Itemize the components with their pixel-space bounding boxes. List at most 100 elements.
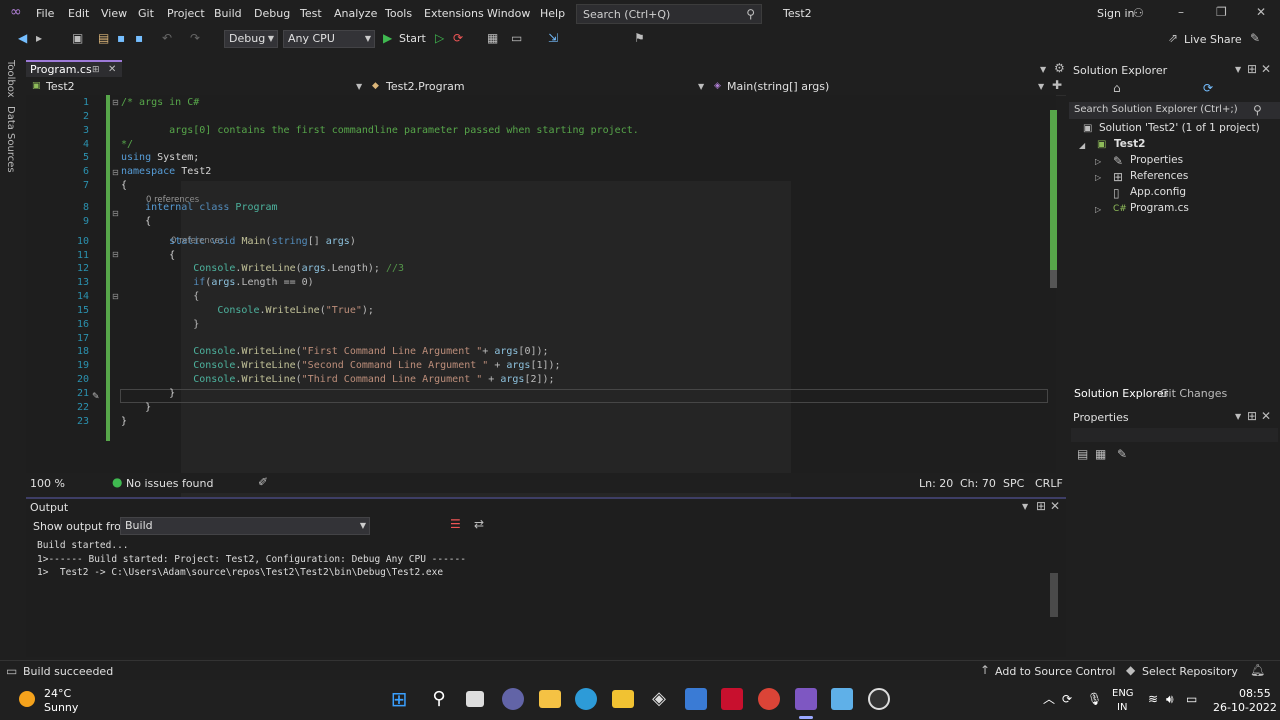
zoom-level[interactable]: 100 % bbox=[30, 477, 65, 490]
scroll-thumb[interactable] bbox=[1050, 573, 1058, 617]
word-wrap-icon[interactable]: ⇄ bbox=[474, 518, 484, 530]
microphone-icon[interactable]: 🎙︎ bbox=[1087, 693, 1102, 705]
code-line[interactable]: } bbox=[121, 388, 175, 399]
chrome-icon[interactable] bbox=[758, 688, 780, 710]
language-indicator[interactable]: ENG bbox=[1112, 688, 1134, 699]
tree-item-app-config[interactable]: App.config bbox=[1130, 186, 1186, 198]
search-icon[interactable]: ⚲ bbox=[428, 688, 450, 710]
store-icon[interactable] bbox=[612, 690, 634, 708]
undo-icon[interactable]: ↶ bbox=[162, 32, 172, 44]
vs-code-icon[interactable] bbox=[685, 688, 707, 710]
chevron-down-icon[interactable]: ▼ bbox=[1022, 501, 1028, 513]
weather-condition[interactable]: Sunny bbox=[44, 701, 78, 714]
output-scrollbar[interactable] bbox=[1050, 545, 1058, 641]
start-menu-icon[interactable]: ⊞ bbox=[388, 688, 410, 710]
collapsed-arrow-icon[interactable]: ▷ bbox=[1095, 172, 1101, 184]
line-ending[interactable]: CRLF bbox=[1035, 477, 1063, 490]
live-share-icon[interactable]: ⇗ bbox=[1168, 32, 1178, 44]
code-line[interactable]: /* args in C# bbox=[121, 97, 199, 108]
sync-icon[interactable]: ⟳ bbox=[1062, 693, 1072, 705]
data-sources-tab[interactable]: Data Sources bbox=[5, 106, 16, 173]
collapsed-arrow-icon[interactable]: ▷ bbox=[1095, 204, 1101, 216]
open-folder-icon[interactable]: ▤ bbox=[98, 32, 109, 44]
configuration-select[interactable]: Debug ▼ bbox=[224, 30, 278, 48]
collapse-marker[interactable]: ⊟ bbox=[112, 292, 119, 301]
unity-icon[interactable]: ◈ bbox=[648, 688, 670, 710]
sign-in-link[interactable]: Sign in bbox=[1097, 7, 1135, 20]
battery-icon[interactable]: ▭ bbox=[1186, 693, 1197, 705]
minimize-icon[interactable]: – bbox=[1178, 6, 1184, 18]
task-view-icon[interactable] bbox=[466, 691, 484, 707]
add-to-source-control[interactable]: Add to Source Control bbox=[995, 665, 1115, 678]
solution-node[interactable]: Solution 'Test2' (1 of 1 project) bbox=[1099, 122, 1260, 134]
search-box[interactable]: Search (Ctrl+Q) ⚲ bbox=[576, 4, 762, 24]
select-repository[interactable]: Select Repository bbox=[1142, 665, 1238, 678]
tree-item-references[interactable]: References bbox=[1130, 170, 1188, 182]
new-project-icon[interactable]: ▣ bbox=[72, 32, 83, 44]
menu-debug[interactable]: Debug bbox=[254, 7, 290, 20]
type-dropdown[interactable]: Test2.Program bbox=[386, 80, 465, 93]
file-explorer-icon[interactable] bbox=[539, 690, 561, 708]
obs-icon[interactable] bbox=[868, 688, 890, 710]
back-icon[interactable]: ◀ bbox=[18, 32, 27, 44]
alphabetical-icon[interactable]: ▦ bbox=[1095, 448, 1106, 460]
code-line[interactable]: } bbox=[121, 402, 151, 413]
layout-icon[interactable]: ▭ bbox=[511, 32, 522, 44]
chevron-down-icon[interactable]: ▼ bbox=[1235, 64, 1241, 76]
tab-program-cs[interactable]: Program.cs ⊞ ✕ bbox=[26, 60, 122, 77]
collapsed-arrow-icon[interactable]: ▷ bbox=[1095, 156, 1101, 168]
settings-icon[interactable]: ⚙ bbox=[1054, 62, 1065, 74]
chevron-down-icon[interactable]: ▼ bbox=[1038, 81, 1044, 93]
sync-icon[interactable]: ⟳ bbox=[1203, 82, 1213, 94]
person-icon[interactable]: ⚇ bbox=[1133, 7, 1144, 19]
issues-status[interactable]: No issues found bbox=[126, 477, 213, 490]
menu-view[interactable]: View bbox=[101, 7, 127, 20]
tree-item-program-cs[interactable]: Program.cs bbox=[1130, 202, 1189, 214]
clock-date[interactable]: 26-10-2022 bbox=[1213, 701, 1277, 714]
start-without-debugging-icon[interactable]: ▷ bbox=[435, 32, 444, 44]
edge-browser-icon[interactable] bbox=[575, 688, 597, 710]
start-button[interactable]: ▶ Start bbox=[383, 31, 431, 47]
step-icon[interactable]: ⇲ bbox=[548, 32, 558, 44]
notifications-icon[interactable]: 🔔︎ bbox=[1250, 664, 1265, 676]
browse-icon[interactable]: ▦ bbox=[487, 32, 498, 44]
brush-icon[interactable]: ✐ bbox=[258, 476, 268, 488]
menu-extensions[interactable]: Extensions bbox=[424, 7, 484, 20]
categorized-icon[interactable]: ▤ bbox=[1077, 448, 1088, 460]
code-line[interactable]: { bbox=[121, 216, 151, 227]
close-tab-icon[interactable]: ✕ bbox=[108, 64, 116, 76]
code-line[interactable]: */ bbox=[121, 139, 133, 150]
code-line[interactable]: args[0] contains the first commandline p… bbox=[121, 125, 639, 136]
pin-icon[interactable]: ⊞ bbox=[1247, 410, 1257, 422]
wifi-icon[interactable]: ≋ bbox=[1148, 693, 1158, 705]
pin-icon[interactable]: ⊞ bbox=[1247, 63, 1257, 75]
collapse-marker[interactable]: ⊟ bbox=[112, 209, 119, 218]
tab-git-changes[interactable]: Git Changes bbox=[1160, 387, 1227, 400]
menu-tools[interactable]: Tools bbox=[385, 7, 412, 20]
feedback-icon[interactable]: ✎ bbox=[1250, 32, 1260, 44]
member-dropdown[interactable]: Main(string[] args) bbox=[727, 80, 829, 93]
live-share-button[interactable]: Live Share bbox=[1184, 33, 1242, 46]
menu-build[interactable]: Build bbox=[214, 7, 242, 20]
tree-item-properties[interactable]: Properties bbox=[1130, 154, 1183, 166]
menu-git[interactable]: Git bbox=[138, 7, 154, 20]
close-icon[interactable]: ✕ bbox=[1261, 410, 1271, 422]
code-line[interactable]: namespace Test2 bbox=[121, 166, 211, 177]
mcafee-icon[interactable] bbox=[721, 688, 743, 710]
close-icon[interactable]: ✕ bbox=[1050, 500, 1060, 512]
scrollbar-map[interactable] bbox=[1050, 110, 1057, 270]
teams-chat-icon[interactable] bbox=[502, 688, 524, 710]
menu-edit[interactable]: Edit bbox=[68, 7, 89, 20]
volume-icon[interactable]: 🔊︎ bbox=[1166, 693, 1174, 705]
collapse-marker[interactable]: ⊟ bbox=[112, 250, 119, 259]
pin-icon[interactable]: ⊞ bbox=[92, 64, 100, 76]
code-line[interactable]: using System; bbox=[121, 152, 199, 163]
save-all-icon[interactable]: ▪ bbox=[135, 32, 143, 44]
forward-icon[interactable]: ▸ bbox=[36, 32, 42, 44]
solution-search-input[interactable]: Search Solution Explorer (Ctrl+;) ⚲ bbox=[1069, 102, 1280, 119]
menu-project[interactable]: Project bbox=[167, 7, 205, 20]
visual-studio-icon[interactable] bbox=[795, 688, 817, 710]
tab-solution-explorer[interactable]: Solution Explorer bbox=[1074, 387, 1168, 400]
bookmark-icon[interactable]: ⚑ bbox=[634, 32, 645, 44]
clear-all-icon[interactable]: ☰ bbox=[450, 518, 461, 530]
